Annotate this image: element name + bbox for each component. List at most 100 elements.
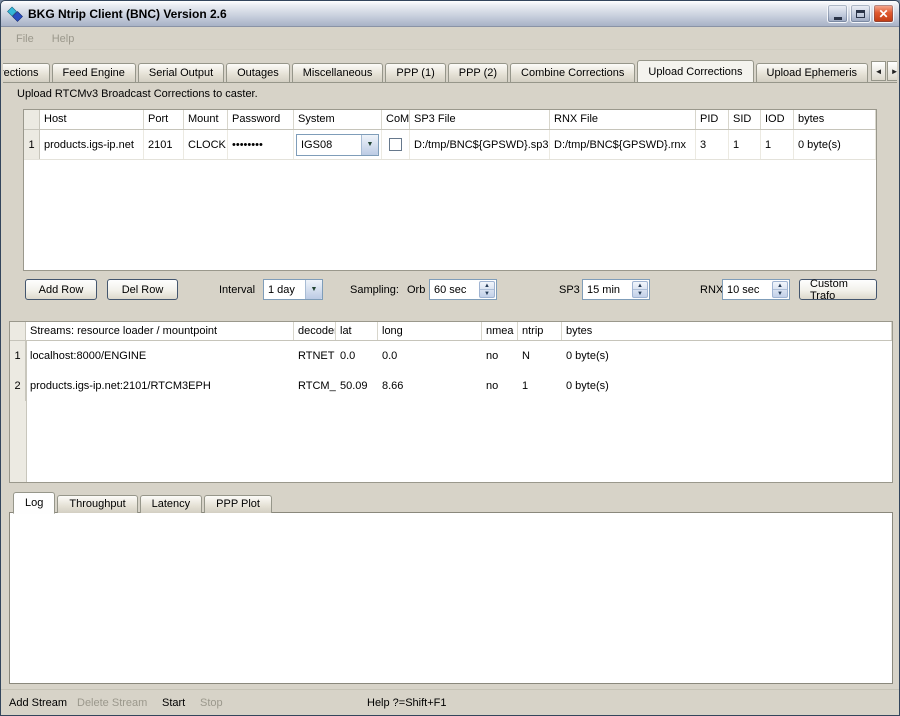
- decoder-cell: RTNET: [294, 341, 336, 371]
- spin-down-icon[interactable]: ▼: [633, 290, 647, 297]
- row-number: 1: [10, 341, 26, 371]
- system-dropdown-button[interactable]: ▼: [361, 135, 378, 155]
- long-cell: 8.66: [378, 371, 482, 401]
- corner-header-cell: [10, 322, 26, 340]
- sp3-spin-buttons: ▲ ▼: [632, 281, 648, 298]
- column-header-host: Host: [40, 110, 144, 129]
- tab-log[interactable]: Log: [13, 492, 55, 514]
- spin-up-icon[interactable]: ▲: [773, 282, 787, 290]
- column-header-com: CoM: [382, 110, 410, 129]
- nmea-cell: no: [482, 371, 518, 401]
- del-row-button[interactable]: Del Row: [107, 279, 178, 300]
- lat-cell: 0.0: [336, 341, 378, 371]
- tab-feed-engine[interactable]: Feed Engine: [52, 63, 136, 82]
- column-header-sp3-file: SP3 File: [410, 110, 550, 129]
- rnx-spinbox[interactable]: 10 sec ▲ ▼: [722, 279, 790, 300]
- add-row-button[interactable]: Add Row: [25, 279, 97, 300]
- tab-latency[interactable]: Latency: [140, 495, 203, 513]
- lat-cell: 50.09: [336, 371, 378, 401]
- streams-table-header: Streams: resource loader / mountpoint de…: [10, 322, 892, 341]
- tab-throughput[interactable]: Throughput: [57, 495, 137, 513]
- sp3-spinbox[interactable]: 15 min ▲ ▼: [582, 279, 650, 300]
- row-number: 2: [10, 371, 26, 401]
- sampling-label: Sampling:: [350, 284, 399, 296]
- custom-trafo-button[interactable]: Custom Trafo: [799, 279, 877, 300]
- pid-cell[interactable]: 3: [696, 130, 729, 159]
- minimize-button[interactable]: [827, 4, 848, 23]
- rnx-file-cell[interactable]: D:/tmp/BNC${GPSWD}.rnx: [550, 130, 696, 159]
- corner-header-cell: [24, 110, 40, 129]
- orb-spinbox[interactable]: 60 sec ▲ ▼: [429, 279, 497, 300]
- tab-outages[interactable]: Outages: [226, 63, 290, 82]
- title-bar: BKG Ntrip Client (BNC) Version 2.6 ✕: [1, 1, 899, 27]
- orb-label: Orb: [407, 284, 425, 296]
- iod-cell[interactable]: 1: [761, 130, 794, 159]
- spin-up-icon[interactable]: ▲: [480, 282, 494, 290]
- tab-ppp-plot[interactable]: PPP Plot: [204, 495, 272, 513]
- tab-ppp-2[interactable]: PPP (2): [448, 63, 508, 82]
- maximize-icon: [856, 10, 865, 18]
- column-header-rnx-file: RNX File: [550, 110, 696, 129]
- tab-upload-ephemeris[interactable]: Upload Ephemeris: [756, 63, 869, 82]
- password-cell[interactable]: ••••••••: [228, 130, 294, 159]
- host-cell[interactable]: products.igs-ip.net: [40, 130, 144, 159]
- column-header-sid: SID: [729, 110, 761, 129]
- delete-stream-button: Delete Stream: [77, 697, 147, 709]
- ntrip-cell: 1: [518, 371, 562, 401]
- menu-help[interactable]: Help: [43, 30, 84, 48]
- interval-dropdown-button[interactable]: ▼: [305, 280, 322, 299]
- app-window: BKG Ntrip Client (BNC) Version 2.6 ✕ Fil…: [0, 0, 900, 716]
- tab-upload-corrections[interactable]: Upload Corrections: [637, 60, 753, 83]
- add-stream-button[interactable]: Add Stream: [9, 697, 67, 709]
- tab-ppp-1[interactable]: PPP (1): [385, 63, 445, 82]
- start-button[interactable]: Start: [162, 697, 185, 709]
- chevron-down-icon: ▼: [367, 141, 374, 148]
- tab-broadcast-corrections[interactable]: rections: [3, 63, 50, 82]
- column-header-password: Password: [228, 110, 294, 129]
- tab-combine-corrections[interactable]: Combine Corrections: [510, 63, 635, 82]
- stop-button: Stop: [200, 697, 223, 709]
- main-tab-bar: rections Feed Engine Serial Output Outag…: [3, 60, 897, 83]
- nmea-cell: no: [482, 341, 518, 371]
- maximize-button[interactable]: [850, 4, 871, 23]
- com-checkbox[interactable]: [389, 138, 402, 151]
- sp3-label: SP3: [559, 284, 580, 296]
- long-cell: 0.0: [378, 341, 482, 371]
- rnx-label: RNX: [700, 284, 723, 296]
- menu-file[interactable]: File: [7, 30, 43, 48]
- column-header-decoder: decoder: [294, 322, 336, 340]
- window-title: BKG Ntrip Client (BNC) Version 2.6: [28, 7, 825, 21]
- sp3-file-cell[interactable]: D:/tmp/BNC${GPSWD}.sp3: [410, 130, 550, 159]
- help-shortcut-label: Help ?=Shift+F1: [367, 697, 447, 709]
- stream-row[interactable]: 2 products.igs-ip.net:2101/RTCM3EPH RTCM…: [10, 371, 892, 401]
- mountpoint-cell: products.igs-ip.net:2101/RTCM3EPH: [26, 371, 294, 401]
- column-header-nmea: nmea: [482, 322, 518, 340]
- upload-table: Host Port Mount Password System CoM SP3 …: [23, 109, 877, 271]
- com-cell: [382, 130, 410, 159]
- close-button[interactable]: ✕: [873, 4, 894, 23]
- system-combobox[interactable]: IGS08 ▼: [296, 134, 379, 156]
- system-cell: IGS08 ▼: [294, 130, 382, 159]
- minimize-icon: [834, 17, 842, 20]
- log-output-panel: [9, 512, 893, 684]
- tab-miscellaneous[interactable]: Miscellaneous: [292, 63, 384, 82]
- status-bar: Add Stream Delete Stream Start Stop Help…: [1, 689, 899, 715]
- tab-scroll-right-button[interactable]: ►: [887, 61, 897, 81]
- orb-value: 60 sec: [430, 280, 478, 299]
- column-header-port: Port: [144, 110, 184, 129]
- column-header-long: long: [378, 322, 482, 340]
- rnx-spin-buttons: ▲ ▼: [772, 281, 788, 298]
- sid-cell[interactable]: 1: [729, 130, 761, 159]
- port-cell[interactable]: 2101: [144, 130, 184, 159]
- interval-combobox[interactable]: 1 day ▼: [263, 279, 323, 300]
- tab-scroll-left-button[interactable]: ◄: [871, 61, 886, 81]
- spin-down-icon[interactable]: ▼: [480, 290, 494, 297]
- scroll-left-icon: ◄: [875, 67, 883, 76]
- decoder-cell: RTCM_3: [294, 371, 336, 401]
- stream-row[interactable]: 1 localhost:8000/ENGINE RTNET 0.0 0.0 no…: [10, 341, 892, 371]
- spin-up-icon[interactable]: ▲: [633, 282, 647, 290]
- chevron-down-icon: ▼: [311, 286, 318, 293]
- tab-serial-output[interactable]: Serial Output: [138, 63, 224, 82]
- mount-cell[interactable]: CLOCK: [184, 130, 228, 159]
- spin-down-icon[interactable]: ▼: [773, 290, 787, 297]
